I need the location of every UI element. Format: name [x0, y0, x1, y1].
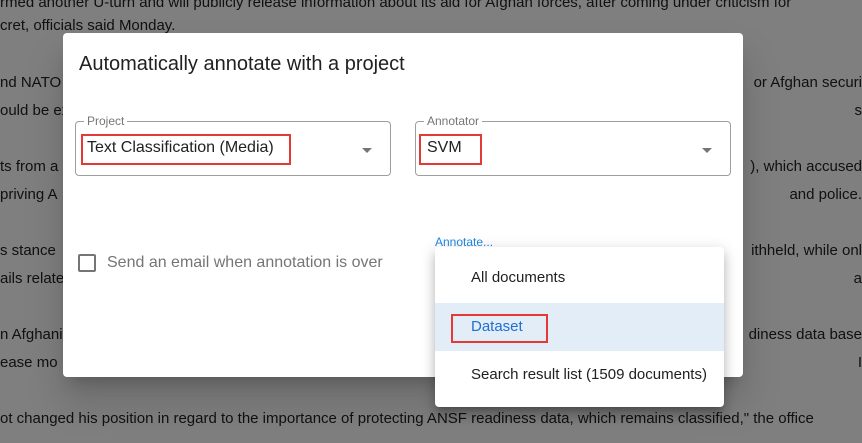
menu-item-all-documents[interactable]: All documents: [435, 254, 724, 302]
annotator-select-label: Annotator: [424, 114, 483, 128]
menu-item-dataset[interactable]: Dataset: [435, 303, 724, 351]
chevron-down-icon: [362, 148, 372, 153]
project-select[interactable]: Project Text Classification (Media): [75, 114, 391, 176]
annotate-scope-menu: All documents Dataset Search result list…: [435, 247, 724, 407]
annotator-select[interactable]: Annotator SVM: [415, 114, 731, 176]
project-select-value: Text Classification (Media): [87, 139, 274, 156]
email-notification-label[interactable]: Send an email when annotation is over: [107, 254, 383, 272]
menu-item-search-result-list[interactable]: Search result list (1509 documents): [435, 351, 724, 399]
email-notification-checkbox[interactable]: [78, 254, 96, 272]
chevron-down-icon: [702, 148, 712, 153]
project-select-label: Project: [84, 114, 128, 128]
dialog-title: Automatically annotate with a project: [79, 53, 405, 75]
annotator-select-value: SVM: [427, 139, 462, 156]
